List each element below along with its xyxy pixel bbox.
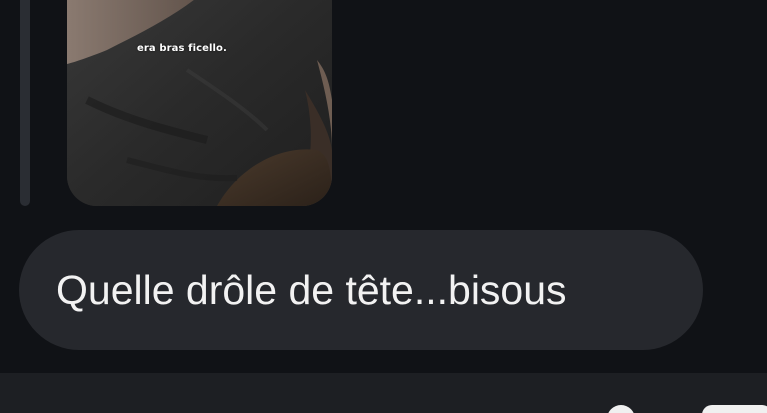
composer-bar (0, 373, 767, 413)
photo-caption: era bras ficello. (137, 43, 227, 54)
message-text: Quelle drôle de tête...bisous (56, 267, 567, 313)
received-message-bubble[interactable]: Quelle drôle de tête...bisous (19, 230, 703, 350)
photo-image (67, 0, 332, 206)
send-icon[interactable] (702, 405, 767, 413)
shared-photo-message[interactable]: era bras ficello. (67, 0, 332, 206)
chat-screen: era bras ficello. Quelle drôle de tête..… (0, 0, 767, 413)
thread-rail (20, 0, 30, 206)
